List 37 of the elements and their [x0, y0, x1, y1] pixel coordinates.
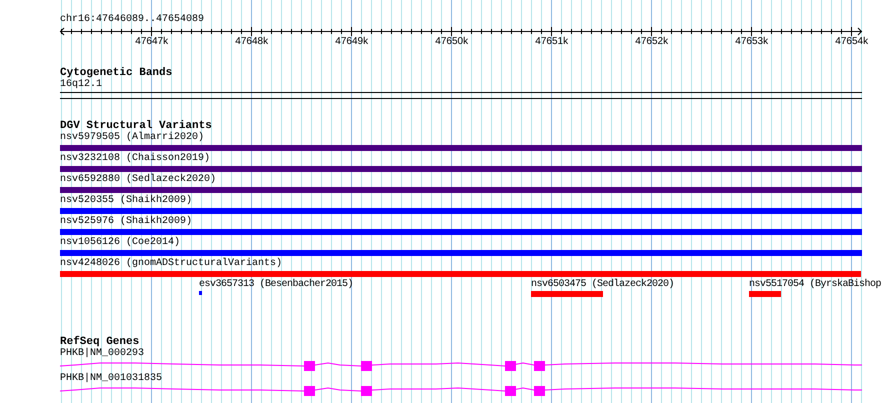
variant-label: nsv4248026 (gnomADStructuralVariants) [60, 258, 284, 270]
variant-label: nsv5979505 (Almarri2020) [60, 132, 206, 144]
tick-label: 47654k [835, 36, 868, 47]
gene-model-drawing[interactable] [60, 361, 862, 371]
variant-bar[interactable] [60, 187, 862, 193]
variant-label: nsv1056126 (Coe2014) [60, 237, 182, 249]
tick-label: 47652k [635, 36, 668, 47]
variant-label: nsv525976 (Shaikh2009) [60, 216, 194, 228]
variant-bar[interactable] [60, 208, 862, 214]
track-title: RefSeq Genes [60, 336, 140, 348]
variant-label: nsv6503475 (Sedlazeck2020) [531, 279, 674, 291]
variant-bar[interactable] [199, 291, 202, 295]
variant-bar[interactable] [60, 229, 862, 235]
variant-label: esv3657313 (Besenbacher2015) [199, 279, 354, 291]
variant-bar[interactable] [60, 166, 862, 172]
variant-label: nsv3232108 (Chaisson2019) [60, 153, 212, 165]
variant-bar[interactable] [60, 250, 862, 256]
tick-label: 47649k [335, 36, 368, 47]
gene-label: PHKB|NM_001031835 [60, 373, 164, 385]
variant-bar[interactable] [749, 291, 781, 297]
tick-label: 47647k [135, 36, 168, 47]
variant-label: nsv5517054 (ByrskaBishop [749, 279, 882, 291]
location-label: chr16:47646089..47654089 [60, 14, 206, 26]
band-label: 16q12.1 [60, 79, 104, 91]
gene-label: PHKB|NM_000293 [60, 348, 146, 360]
tick-label: 47653k [735, 36, 768, 47]
track-title: Cytogenetic Bands [60, 67, 174, 79]
variant-label: nsv520355 (Shaikh2009) [60, 195, 194, 207]
tick-label: 47648k [235, 36, 268, 47]
tick-label: 47651k [535, 36, 568, 47]
variant-label: nsv6592880 (Sedlazeck2020) [60, 174, 218, 186]
variant-bar[interactable] [60, 271, 861, 277]
variant-bar[interactable] [531, 291, 603, 297]
track-title: DGV Structural Variants [60, 120, 213, 132]
gene-model-drawing[interactable] [60, 386, 862, 396]
variant-bar[interactable] [60, 145, 862, 151]
tick-label: 47650k [435, 36, 468, 47]
